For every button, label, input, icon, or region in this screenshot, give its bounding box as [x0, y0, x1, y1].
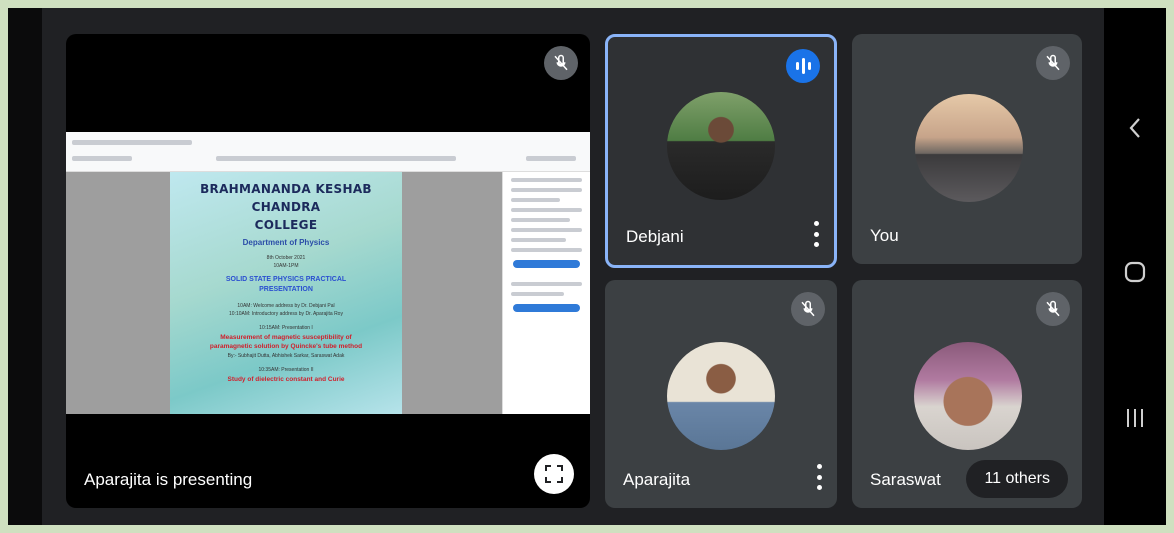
back-button[interactable] [1104, 108, 1166, 148]
document-margin-left [66, 172, 170, 414]
poster-event-title-line2: PRESENTATION [259, 286, 313, 293]
participant-name-aparajita: Aparajita [623, 470, 691, 489]
presentation-mic-off-icon [544, 46, 578, 80]
participant-tile-saraswat[interactable]: Saraswat 11 others [852, 280, 1082, 508]
poster-topic-1a: Measurement of magnetic susceptibility o… [220, 334, 352, 341]
others-chip[interactable]: 11 others [966, 460, 1068, 498]
back-icon [1129, 118, 1140, 138]
participant-name-saraswat: Saraswat [870, 470, 941, 489]
recents-button[interactable] [1104, 398, 1166, 438]
poster-topic-2: Study of dielectric constant and Curie [227, 376, 345, 383]
android-navigation-bar [1104, 8, 1166, 525]
participant-name-debjani: Debjani [626, 227, 684, 246]
fullscreen-icon [545, 465, 563, 483]
avatar-debjani [667, 92, 775, 200]
poster-date: 8th October 2021 [266, 255, 306, 261]
poster-presenters-1: By:- Subhajit Dutta, Abhishek Sarkar, Sa… [227, 353, 345, 359]
document-side-panel [502, 172, 590, 414]
more-vert-icon[interactable] [815, 464, 823, 490]
meet-screen: BRAHMANANDA KESHAB CHANDRA COLLEGE Depar… [8, 8, 1166, 525]
poster-title-line1: BRAHMANANDA KESHAB CHANDRA [200, 182, 372, 214]
participant-tile-you[interactable]: You [852, 34, 1082, 264]
participant-tile-debjani[interactable]: Debjani [605, 34, 837, 268]
poster-title-line2: COLLEGE [254, 218, 318, 232]
more-vert-icon[interactable] [812, 221, 820, 247]
presenting-label: Aparajita is presenting [84, 470, 253, 489]
poster-agenda-2: 10:10AM: Introductory address by Dr. Apa… [229, 311, 343, 317]
fullscreen-button[interactable] [534, 454, 574, 494]
saraswat-mic-off-icon [1036, 292, 1070, 326]
poster-time: 10AM-1PM [273, 263, 299, 269]
document-margin-right [402, 172, 502, 414]
poster-agenda-1: 10AM: Welcome address by Dr. Debjani Pal [237, 303, 335, 309]
poster-event-title-line1: SOLID STATE PHYSICS PRACTICAL [225, 276, 347, 283]
recents-icon [1127, 409, 1143, 427]
aparajita-mic-off-icon [791, 292, 825, 326]
you-mic-off-icon [1036, 46, 1070, 80]
poster-department: Department of Physics [242, 238, 330, 247]
home-icon [1124, 261, 1146, 283]
presentation-tile[interactable]: BRAHMANANDA KESHAB CHANDRA COLLEGE Depar… [66, 34, 590, 508]
poster-session-1: 10:15AM: Presentation I [259, 325, 313, 331]
document-toolbar [66, 132, 590, 172]
event-poster: BRAHMANANDA KESHAB CHANDRA COLLEGE Depar… [170, 172, 402, 414]
participant-name-you: You [870, 226, 899, 245]
participant-tile-aparajita[interactable]: Aparajita [605, 280, 837, 508]
home-button[interactable] [1104, 252, 1166, 292]
avatar-aparajita [667, 342, 775, 450]
avatar-you [915, 94, 1023, 202]
shared-document: BRAHMANANDA KESHAB CHANDRA COLLEGE Depar… [66, 132, 590, 414]
left-edge-bar [8, 8, 42, 525]
poster-session-2: 10:35AM: Presentation II [258, 367, 314, 373]
avatar-saraswat [914, 342, 1022, 450]
poster-topic-1b: paramagnetic solution by Quincke's tube … [209, 343, 363, 350]
audio-level-icon [786, 49, 820, 83]
